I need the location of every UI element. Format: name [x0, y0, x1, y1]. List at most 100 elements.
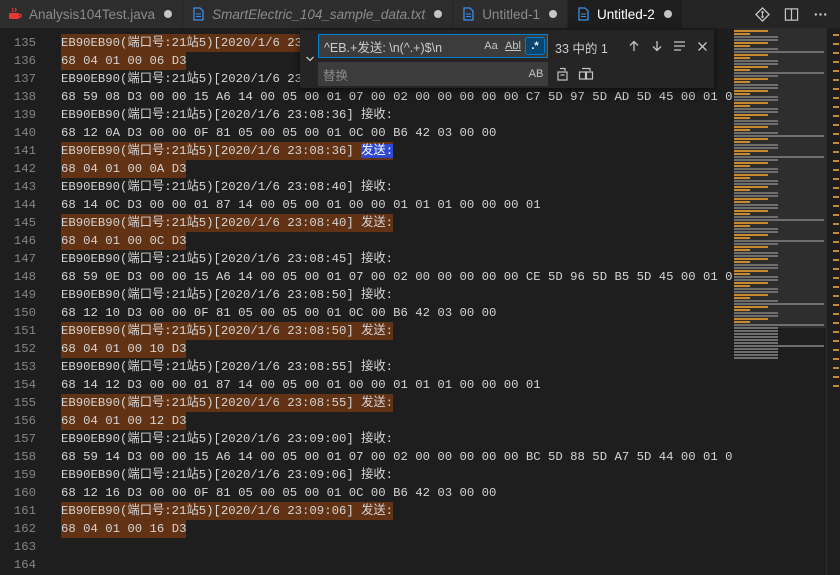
unsaved-dot-icon[interactable] — [548, 10, 557, 18]
tab-3[interactable]: Untitled-1 — [453, 0, 568, 28]
minimap-line — [734, 120, 778, 122]
code-line[interactable]: 158 68 59 14 D3 00 00 15 A6 14 00 05 00 0… — [0, 448, 732, 466]
match-case-toggle[interactable]: Aa — [481, 37, 501, 55]
replace-all-icon[interactable] — [576, 64, 596, 84]
code-line[interactable]: 159 EB90EB90(端口号:21站5)[2020/1/6 23:09:06]… — [0, 466, 732, 484]
source-control-icon[interactable] — [755, 6, 770, 22]
line-text[interactable]: 68 12 10 D3 00 00 0F 81 05 00 05 00 01 0… — [61, 304, 496, 322]
find-input[interactable]: ^EB.+发送: \n(^.+)$\n Aa Abl .* — [318, 34, 548, 58]
code-line[interactable]: 152 68 04 01 00 10 D3 — [0, 340, 732, 358]
tab-2[interactable]: SmartElectric_104_sample_data.txt — [183, 0, 454, 28]
unsaved-dot-icon[interactable] — [434, 10, 443, 18]
code-line[interactable]: 161 EB90EB90(端口号:21站5)[2020/1/6 23:09:06]… — [0, 502, 732, 520]
code-line[interactable]: 144 68 14 0C D3 00 00 01 87 14 00 05 00 0… — [0, 196, 732, 214]
unsaved-dot-icon[interactable] — [663, 10, 672, 18]
code-line[interactable]: 142 68 04 01 00 0A D3 — [0, 160, 732, 178]
replace-one-icon[interactable] — [553, 64, 573, 84]
line-text[interactable]: 68 14 12 D3 00 00 01 87 14 00 05 00 01 0… — [61, 376, 541, 394]
code-line[interactable]: 141 EB90EB90(端口号:21站5)[2020/1/6 23:08:36]… — [0, 142, 732, 160]
search-match-text[interactable]: 68 04 01 00 16 D3 — [61, 520, 187, 538]
line-text[interactable]: EB90EB90(端口号:21站5)[2020/1/6 23:08:45] 接收… — [61, 250, 393, 268]
code-line[interactable]: 145 EB90EB90(端口号:21站5)[2020/1/6 23:08:40]… — [0, 214, 732, 232]
code-line[interactable]: 151 EB90EB90(端口号:21站5)[2020/1/6 23:08:50]… — [0, 322, 732, 340]
code-line[interactable]: 155 EB90EB90(端口号:21站5)[2020/1/6 23:08:55]… — [0, 394, 732, 412]
code-line[interactable]: 140 68 12 0A D3 00 00 0F 81 05 00 05 00 0… — [0, 124, 732, 142]
close-icon[interactable] — [692, 36, 712, 56]
line-text[interactable]: 68 59 14 D3 00 00 15 A6 14 00 05 00 01 0… — [61, 448, 732, 466]
minimap-line — [734, 126, 768, 128]
minimap[interactable] — [734, 28, 826, 575]
code-line[interactable]: 147 EB90EB90(端口号:21站5)[2020/1/6 23:08:45]… — [0, 250, 732, 268]
search-match-text[interactable]: EB90EB90(端口号:21站5)[2020/1/6 23:08:40] 发送… — [61, 214, 394, 232]
scrollbar-match-marker — [833, 34, 839, 36]
whole-word-toggle[interactable]: Abl — [503, 37, 523, 55]
replace-input[interactable]: 替换 AB — [318, 62, 548, 86]
tab-4[interactable]: Untitled-2 — [567, 0, 683, 28]
code-line[interactable]: 157 EB90EB90(端口号:21站5)[2020/1/6 23:09:00]… — [0, 430, 732, 448]
code-line[interactable]: 146 68 04 01 00 0C D3 — [0, 232, 732, 250]
java-file-icon — [8, 7, 22, 21]
split-editor-icon[interactable] — [784, 7, 799, 22]
vertical-scrollbar[interactable] — [826, 28, 840, 575]
regex-toggle[interactable]: .* — [525, 37, 545, 55]
code-line[interactable]: 153 EB90EB90(端口号:21站5)[2020/1/6 23:08:55]… — [0, 358, 732, 376]
minimap-line — [734, 192, 778, 194]
scrollbar-match-marker — [833, 79, 839, 81]
line-text[interactable]: 68 12 0A D3 00 00 0F 81 05 00 05 00 01 0… — [61, 124, 496, 142]
line-number: 136 — [13, 54, 36, 68]
search-match-text[interactable]: 68 04 01 00 0A D3 — [61, 160, 187, 178]
code-line[interactable]: 143 EB90EB90(端口号:21站5)[2020/1/6 23:08:40]… — [0, 178, 732, 196]
minimap-line — [734, 282, 768, 284]
search-match-text[interactable]: EB90EB90(端口号:21站5)[2020/1/6 23:09:06] 发送… — [61, 502, 394, 520]
code-line[interactable]: 139 EB90EB90(端口号:21站5)[2020/1/6 23:08:36]… — [0, 106, 732, 124]
find-input-value[interactable]: ^EB.+发送: \n(^.+)$\n — [319, 37, 481, 56]
replace-input-placeholder[interactable]: 替换 — [318, 65, 526, 84]
code-editor[interactable]: 135 EB90EB90(端口号:21站5)[2020/1/6 23:08:31]… — [0, 34, 732, 575]
code-line[interactable]: 148 68 59 0E D3 00 00 15 A6 14 00 05 00 0… — [0, 268, 732, 286]
minimap-line — [734, 198, 768, 200]
line-text[interactable]: EB90EB90(端口号:21站5)[2020/1/6 23:08:36] 接收… — [61, 106, 393, 124]
code-line[interactable]: 150 68 12 10 D3 00 00 0F 81 05 00 05 00 0… — [0, 304, 732, 322]
search-match-text[interactable]: EB90EB90(端口号:21站5)[2020/1/6 23:08:36] 发送… — [61, 142, 394, 160]
line-text[interactable]: EB90EB90(端口号:21站5)[2020/1/6 23:08:50] 接收… — [61, 286, 393, 304]
search-match-text[interactable]: 68 04 01 00 12 D3 — [61, 412, 187, 430]
preserve-case-toggle[interactable]: AB — [526, 65, 546, 83]
search-match-text[interactable]: EB90EB90(端口号:21站5)[2020/1/6 23:08:50] 发送… — [61, 322, 394, 340]
line-text[interactable]: EB90EB90(端口号:21站5)[2020/1/6 23:09:00] 接收… — [61, 430, 393, 448]
previous-match-arrow-up-icon[interactable] — [624, 36, 644, 56]
scrollbar-match-marker — [833, 70, 839, 72]
minimap-line — [734, 81, 750, 83]
line-text[interactable]: EB90EB90(端口号:21站5)[2020/1/6 23:09:06] 接收… — [61, 466, 393, 484]
code-line[interactable]: 164 — [0, 556, 732, 574]
more-actions-icon[interactable] — [813, 7, 828, 22]
find-in-selection-icon[interactable] — [669, 36, 689, 56]
editor-actions — [755, 0, 840, 28]
code-line[interactable]: 154 68 14 12 D3 00 00 01 87 14 00 05 00 0… — [0, 376, 732, 394]
toggle-replace-chevron-icon[interactable] — [300, 30, 320, 88]
search-match-text[interactable]: EB90EB90(端口号:21站5)[2020/1/6 23:08:55] 发送… — [61, 394, 394, 412]
code-line[interactable]: 156 68 04 01 00 12 D3 — [0, 412, 732, 430]
text-file-icon — [461, 7, 475, 21]
minimap-line — [734, 117, 750, 119]
code-line[interactable]: 163 — [0, 538, 732, 556]
line-text[interactable]: 68 59 08 D3 00 00 15 A6 14 00 05 00 01 0… — [61, 88, 732, 106]
code-line[interactable]: 162 68 04 01 00 16 D3 — [0, 520, 732, 538]
search-match-text[interactable]: 68 04 01 00 0C D3 — [61, 232, 187, 250]
minimap-line — [734, 114, 768, 116]
code-line[interactable]: 160 68 12 16 D3 00 00 0F 81 05 00 05 00 0… — [0, 484, 732, 502]
unsaved-dot-icon[interactable] — [164, 10, 173, 18]
minimap-line — [734, 183, 778, 185]
next-match-arrow-down-icon[interactable] — [647, 36, 667, 56]
search-match-text[interactable]: 68 04 01 00 06 D3 — [61, 52, 187, 70]
code-line[interactable]: 138 68 59 08 D3 00 00 15 A6 14 00 05 00 0… — [0, 88, 732, 106]
search-match-text[interactable]: 68 04 01 00 10 D3 — [61, 340, 187, 358]
line-text[interactable]: 68 59 0E D3 00 00 15 A6 14 00 05 00 01 0… — [61, 268, 732, 286]
scrollbar-match-marker — [833, 115, 839, 117]
code-line[interactable]: 149 EB90EB90(端口号:21站5)[2020/1/6 23:08:50]… — [0, 286, 732, 304]
tab-1[interactable]: Analysis104Test.java — [0, 0, 184, 28]
line-text[interactable]: EB90EB90(端口号:21站5)[2020/1/6 23:08:55] 接收… — [61, 358, 393, 376]
line-text[interactable]: 68 12 16 D3 00 00 0F 81 05 00 05 00 01 0… — [61, 484, 496, 502]
line-text[interactable]: 68 14 0C D3 00 00 01 87 14 00 05 00 01 0… — [61, 196, 541, 214]
line-number: 141 — [13, 144, 36, 158]
line-text[interactable]: EB90EB90(端口号:21站5)[2020/1/6 23:08:40] 接收… — [61, 178, 393, 196]
